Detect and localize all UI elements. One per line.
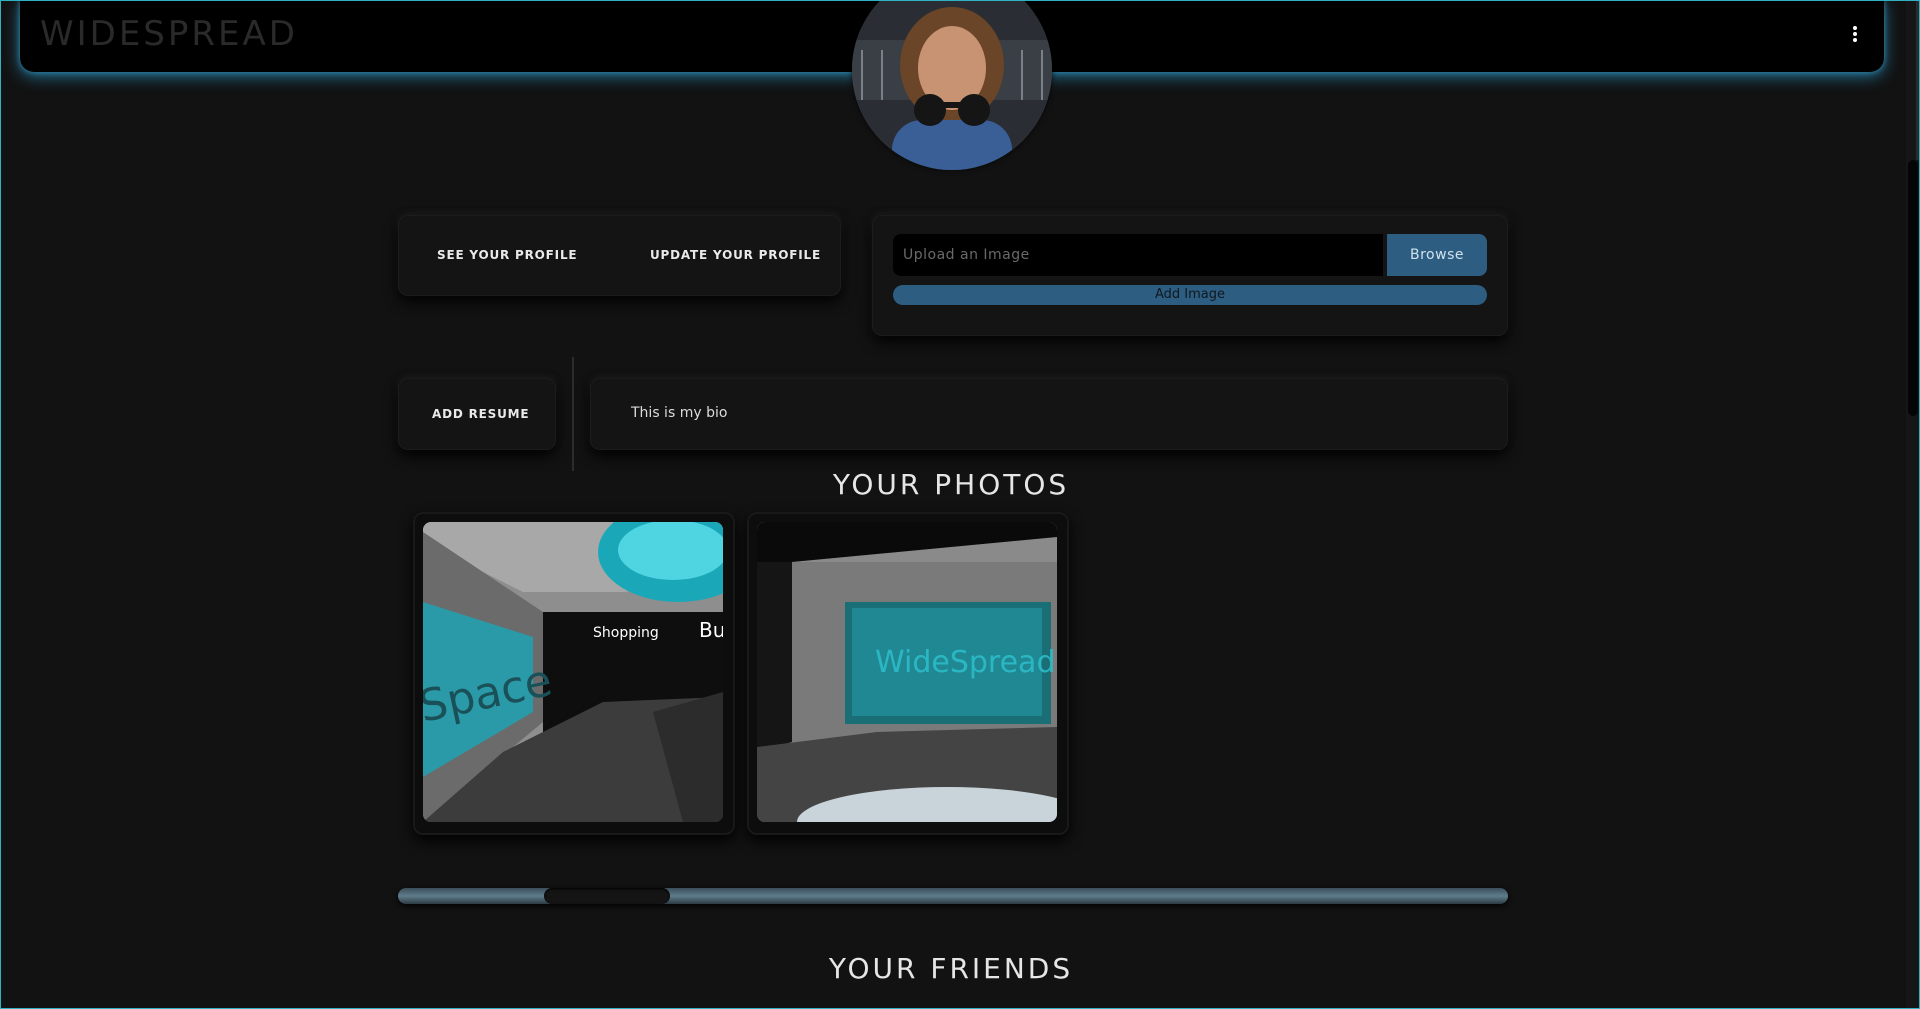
- page-scrollbar-edge: [1916, 0, 1920, 160]
- photo-card[interactable]: Space Shopping Bu: [413, 512, 735, 835]
- photo-card[interactable]: WideSpread: [747, 512, 1069, 835]
- photo-2-image[interactable]: WideSpread: [757, 522, 1057, 822]
- avatar-photo: [852, 0, 1052, 170]
- update-profile-button[interactable]: UPDATE YOUR PROFILE: [650, 248, 821, 262]
- photos-section-title: YOUR PHOTOS: [832, 468, 1070, 501]
- add-resume-button[interactable]: ADD RESUME: [432, 407, 529, 421]
- bio-text: This is my bio: [631, 405, 728, 421]
- photos-horizontal-scrollbar[interactable]: [398, 888, 1508, 904]
- photo-2-text-widespread: WideSpread: [875, 645, 1055, 680]
- upload-image-input[interactable]: [893, 234, 1383, 276]
- friends-section-title: YOUR FRIENDS: [828, 952, 1074, 985]
- see-profile-button[interactable]: SEE YOUR PROFILE: [437, 248, 577, 262]
- add-image-button[interactable]: Add Image: [893, 285, 1487, 305]
- page-vertical-scrollbar[interactable]: [1906, 0, 1920, 1009]
- photo-1-text-bu: Bu: [699, 618, 723, 642]
- resume-card: ADD RESUME: [398, 378, 556, 450]
- kebab-vertical-icon[interactable]: [1852, 26, 1858, 44]
- browse-button[interactable]: Browse: [1387, 234, 1487, 276]
- profile-actions-card: SEE YOUR PROFILE UPDATE YOUR PROFILE: [398, 215, 841, 296]
- brand-logo-text[interactable]: WIDESPREAD: [40, 14, 298, 54]
- upload-image-card: Browse Add Image: [872, 215, 1508, 336]
- photo-1-text-shopping: Shopping: [593, 625, 659, 641]
- vertical-divider: [572, 357, 574, 471]
- photo-1-image[interactable]: Space Shopping Bu: [423, 522, 723, 822]
- bio-card: This is my bio: [590, 378, 1508, 450]
- profile-avatar[interactable]: [852, 0, 1052, 170]
- photos-scrollbar-thumb[interactable]: [544, 888, 670, 904]
- page-scrollbar-thumb[interactable]: [1908, 160, 1918, 416]
